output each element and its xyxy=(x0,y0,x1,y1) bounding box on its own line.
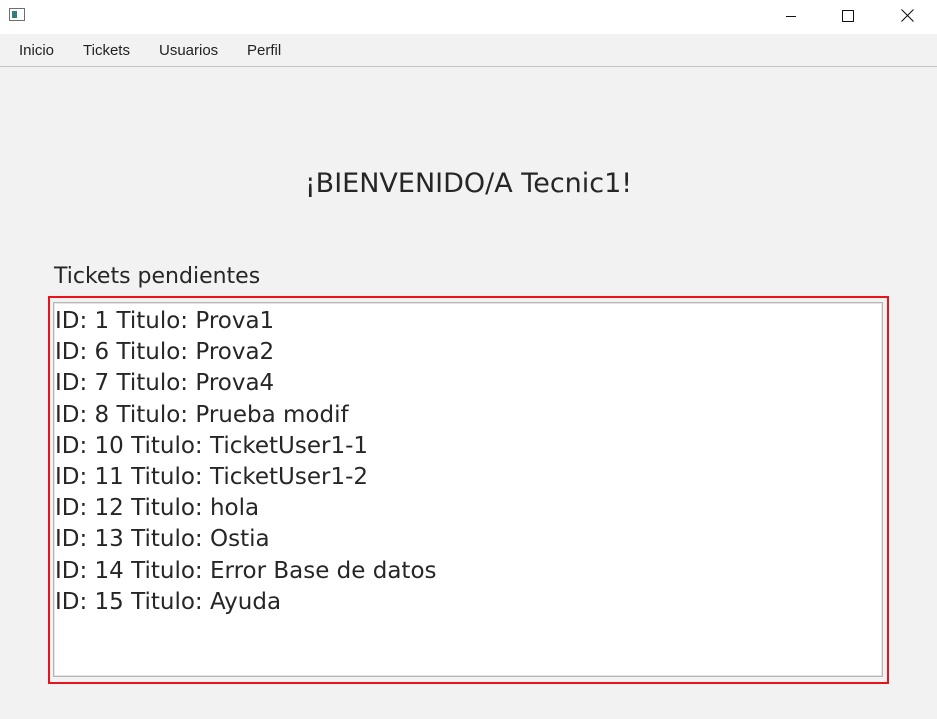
ticket-list: ID: 1 Titulo: Prova1 ID: 6 Titulo: Prova… xyxy=(54,303,882,618)
ticket-item[interactable]: ID: 1 Titulo: Prova1 xyxy=(55,306,882,337)
ticket-item[interactable]: ID: 14 Titulo: Error Base de datos xyxy=(55,556,882,587)
ticket-item[interactable]: ID: 6 Titulo: Prova2 xyxy=(55,337,882,368)
title-bar[interactable] xyxy=(0,0,937,34)
maximize-button[interactable] xyxy=(825,0,871,31)
app-icon xyxy=(9,8,25,21)
ticket-item[interactable]: ID: 12 Titulo: hola xyxy=(55,493,882,524)
ticket-item[interactable]: ID: 11 Titulo: TicketUser1-2 xyxy=(55,462,882,493)
ticket-item[interactable]: ID: 15 Titulo: Ayuda xyxy=(55,587,882,618)
menu-bar: Inicio Tickets Usuarios Perfil xyxy=(0,34,937,67)
pending-tickets-label: Tickets pendientes xyxy=(54,264,261,289)
welcome-heading: ¡BIENVENIDO/A Tecnic1! xyxy=(304,168,633,199)
app-window: Inicio Tickets Usuarios Perfil ¡BIENVENI… xyxy=(0,0,937,719)
ticket-item[interactable]: ID: 13 Titulo: Ostia xyxy=(55,524,882,555)
ticket-item[interactable]: ID: 8 Titulo: Prueba modif xyxy=(55,400,882,431)
ticket-item[interactable]: ID: 7 Titulo: Prova4 xyxy=(55,368,882,399)
minimize-button[interactable] xyxy=(768,0,814,31)
menu-tickets[interactable]: Tickets xyxy=(83,42,130,59)
ticket-item[interactable]: ID: 10 Titulo: TicketUser1-1 xyxy=(55,431,882,462)
pending-tickets-list[interactable]: ID: 1 Titulo: Prova1 ID: 6 Titulo: Prova… xyxy=(53,302,883,677)
menu-usuarios[interactable]: Usuarios xyxy=(159,42,218,59)
maximize-icon xyxy=(842,9,854,22)
close-button[interactable] xyxy=(884,0,930,31)
close-icon xyxy=(900,9,914,22)
menu-inicio[interactable]: Inicio xyxy=(19,42,54,59)
menu-perfil[interactable]: Perfil xyxy=(247,42,281,59)
minimize-icon xyxy=(786,15,796,17)
